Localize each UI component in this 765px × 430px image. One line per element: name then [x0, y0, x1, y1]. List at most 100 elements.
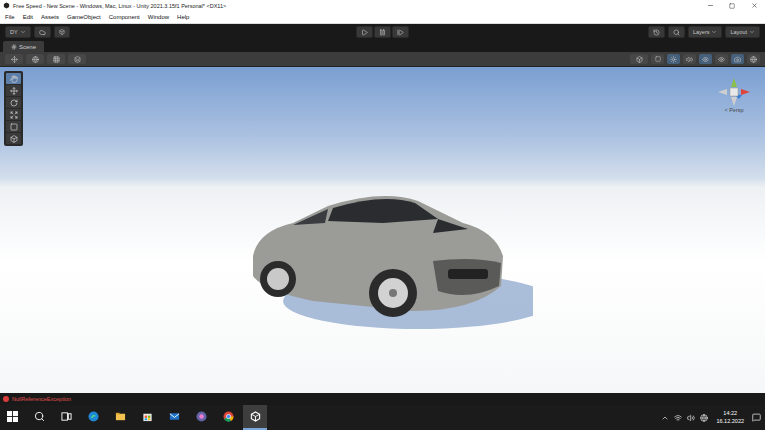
search-taskbar-button[interactable]: [27, 405, 51, 430]
unity-editor-window: Free Speed - New Scene - Windows, Mac, L…: [0, 0, 765, 430]
start-button[interactable]: [0, 405, 24, 430]
menu-item[interactable]: Component: [109, 14, 140, 20]
effects-button[interactable]: [699, 54, 712, 64]
status-message[interactable]: NullReferenceException: [12, 396, 71, 402]
cloud-button[interactable]: [34, 26, 51, 38]
move-tool-button[interactable]: [6, 85, 21, 96]
play-icon: [361, 29, 368, 36]
orientation-gizmo[interactable]: < Persp: [717, 77, 751, 113]
menu-item[interactable]: Window: [148, 14, 169, 20]
draw-mode-dropdown[interactable]: [630, 54, 648, 64]
search-icon: [673, 29, 680, 36]
close-button[interactable]: [743, 0, 765, 11]
account-button[interactable]: DY: [5, 26, 31, 38]
menu-item[interactable]: Assets: [41, 14, 59, 20]
unity-icon: [250, 411, 261, 422]
notifications-icon[interactable]: [752, 413, 761, 422]
edge-icon: [88, 411, 99, 422]
transform-tool-button[interactable]: [6, 133, 21, 144]
maximize-button[interactable]: [721, 0, 743, 11]
increment-snap-button[interactable]: [68, 54, 86, 64]
hand-tool-button[interactable]: [6, 73, 21, 84]
scene-toolbar: [0, 52, 765, 67]
explorer-taskbar-button[interactable]: [108, 405, 132, 430]
axis-gizmo-icon: [717, 77, 751, 107]
visibility-icon: [718, 56, 725, 63]
cloud-icon: [39, 29, 46, 36]
menu-item[interactable]: File: [5, 14, 15, 20]
scene-view[interactable]: < Persp: [0, 67, 765, 393]
visibility-button[interactable]: [715, 54, 728, 64]
menu-item[interactable]: Edit: [23, 14, 33, 20]
gizmos-icon: [750, 56, 757, 63]
pause-button[interactable]: [374, 26, 391, 38]
chevron-up-icon[interactable]: [661, 414, 669, 422]
step-icon: [397, 29, 404, 36]
language-icon[interactable]: [700, 414, 708, 422]
step-button[interactable]: [392, 26, 409, 38]
unity-taskbar-button[interactable]: [243, 405, 267, 430]
windows-logo-icon: [7, 411, 18, 422]
mail-taskbar-button[interactable]: [162, 405, 186, 430]
effects-icon: [702, 56, 709, 63]
taskview-taskbar-button[interactable]: [54, 405, 78, 430]
projection-label[interactable]: < Persp: [724, 107, 743, 113]
hand-icon: [10, 75, 18, 83]
rect-tool-button[interactable]: [6, 121, 21, 132]
grid-snap-button[interactable]: [47, 54, 65, 64]
minimize-icon: [707, 2, 714, 9]
snap-icon: [74, 56, 81, 63]
volume-icon[interactable]: [687, 414, 695, 422]
pause-icon: [379, 29, 386, 36]
store-taskbar-button[interactable]: [135, 405, 159, 430]
history-icon: [653, 29, 660, 36]
2d-icon: [655, 56, 661, 62]
task-view-icon: [61, 411, 72, 422]
collab-button[interactable]: [54, 26, 70, 38]
global-dropdown[interactable]: [26, 54, 44, 64]
light-icon: [670, 56, 677, 63]
dropdown-icon: [749, 29, 755, 35]
collab-icon: [59, 29, 65, 35]
grid-icon: [53, 56, 60, 63]
pivot-dropdown[interactable]: [5, 54, 23, 64]
menu-item[interactable]: GameObject: [67, 14, 101, 20]
search-button[interactable]: [668, 26, 685, 38]
play-button[interactable]: [356, 26, 373, 38]
menu-item[interactable]: Help: [177, 14, 189, 20]
store-icon: [142, 411, 153, 422]
minimize-button[interactable]: [699, 0, 721, 11]
camera-button[interactable]: [731, 54, 744, 64]
dropdown-icon: [20, 29, 26, 35]
chrome-taskbar-button[interactable]: [216, 405, 240, 430]
audio-button[interactable]: [683, 54, 696, 64]
network-icon[interactable]: [674, 414, 682, 422]
lighting-button[interactable]: [667, 54, 680, 64]
teams-taskbar-button[interactable]: [189, 405, 213, 430]
tab-strip: Scene: [0, 40, 765, 52]
system-tray: 14:2216.12.2022: [661, 410, 765, 424]
rotate-icon: [10, 99, 18, 107]
date: 16.12.2022: [716, 418, 744, 425]
gizmos-button[interactable]: [747, 54, 760, 64]
scale-tool-button[interactable]: [6, 109, 21, 120]
camera-icon: [734, 56, 741, 63]
layout-dropdown[interactable]: Layout: [725, 26, 760, 38]
mail-icon: [169, 411, 180, 422]
close-icon: [751, 2, 758, 9]
layers-dropdown[interactable]: Layers: [688, 26, 723, 38]
menu-bar: File Edit Assets GameObject Component Window H…: [0, 11, 765, 24]
clock[interactable]: 14:2216.12.2022: [713, 410, 747, 424]
2d-button[interactable]: [651, 54, 664, 64]
scene-tab[interactable]: Scene: [3, 41, 44, 52]
file-explorer-icon: [115, 411, 126, 422]
unity-logo-icon: [3, 2, 10, 9]
scale-icon: [10, 111, 18, 119]
dropdown-icon: [711, 29, 717, 35]
edge-taskbar-button[interactable]: [81, 405, 105, 430]
move-icon: [10, 87, 18, 95]
window-title: Free Speed - New Scene - Windows, Mac, L…: [13, 3, 696, 9]
rotate-tool-button[interactable]: [6, 97, 21, 108]
car-model[interactable]: [233, 161, 533, 336]
undo-history-button[interactable]: [648, 26, 665, 38]
